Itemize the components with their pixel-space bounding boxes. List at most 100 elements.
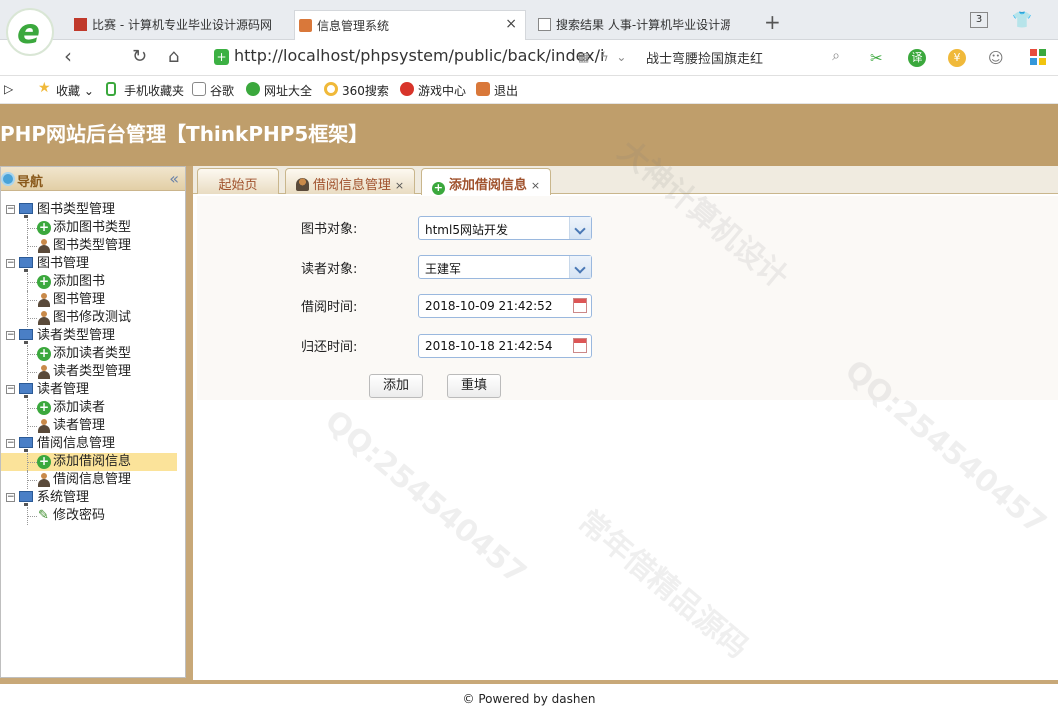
tree-toggle-icon[interactable]: − bbox=[6, 331, 15, 340]
bookmark-google[interactable]: 谷歌 bbox=[192, 82, 234, 99]
apps-icon[interactable] bbox=[1030, 49, 1046, 65]
browser-logo-icon[interactable]: e bbox=[6, 8, 54, 56]
nav-item[interactable]: + 添加读者类型 bbox=[1, 345, 185, 363]
bookmark-favorites[interactable]: ★ 收藏 ⌄ bbox=[38, 80, 94, 99]
nav-group[interactable]: − 借阅信息管理 bbox=[1, 435, 185, 453]
nav-item-label: 修改密码 bbox=[53, 508, 106, 523]
navigation-title: 导航 bbox=[17, 175, 44, 190]
back-icon[interactable]: ‹ bbox=[64, 44, 72, 68]
home-icon[interactable]: ⌂ bbox=[168, 46, 179, 67]
chevron-down-icon[interactable] bbox=[569, 256, 591, 278]
nav-item[interactable]: 图书修改测试 bbox=[1, 309, 185, 327]
return-time-label: 归还时间: bbox=[301, 340, 358, 355]
browser-tab-search-results[interactable]: 搜索结果 人事-计算机毕业设计源 bbox=[534, 10, 730, 40]
add-button[interactable]: 添加 bbox=[369, 374, 423, 398]
window-count-badge[interactable]: 3 bbox=[970, 12, 988, 28]
person-icon bbox=[38, 473, 50, 487]
nav-item-label: 添加读者 bbox=[53, 400, 106, 415]
add-icon: + bbox=[37, 454, 51, 469]
close-tab-icon[interactable]: × bbox=[531, 179, 540, 192]
nav-item[interactable]: 图书管理 bbox=[1, 291, 185, 309]
lightning-icon[interactable]: ϟ bbox=[601, 50, 609, 64]
nav-item[interactable]: + 添加图书类型 bbox=[1, 219, 185, 237]
nav-group[interactable]: − 读者管理 bbox=[1, 381, 185, 399]
url-input[interactable]: + http://localhost/phpsystem/public/back… bbox=[212, 46, 632, 70]
close-tab-icon[interactable]: × bbox=[395, 179, 404, 192]
tree-toggle-icon[interactable]: − bbox=[6, 259, 15, 268]
tree-toggle-icon[interactable]: − bbox=[6, 493, 15, 502]
page-icon bbox=[538, 18, 551, 31]
scissors-icon[interactable]: ✂ bbox=[870, 49, 883, 67]
nav-item-label: 借阅信息管理 bbox=[53, 472, 132, 487]
tree-line bbox=[27, 426, 37, 427]
sidebar-toggle-icon[interactable]: ▷ bbox=[4, 82, 13, 96]
borrow-time-input[interactable]: 2018-10-09 21:42:52 bbox=[418, 294, 592, 318]
reader-label: 读者对象: bbox=[301, 262, 358, 277]
close-tab-icon[interactable]: × bbox=[505, 16, 517, 32]
tree-line bbox=[27, 462, 37, 463]
nav-item[interactable]: + 添加借阅信息 bbox=[1, 453, 177, 471]
browser-tab-competition[interactable]: 比赛 - 计算机专业毕业设计源码网 bbox=[70, 10, 280, 40]
tab-label: 起始页 bbox=[218, 178, 258, 193]
search-icon[interactable]: ⌕ bbox=[832, 48, 840, 64]
page-tab-strip: 起始页 借阅信息管理 × + 添加借阅信息 × bbox=[193, 166, 1058, 195]
tree-toggle-icon[interactable]: − bbox=[6, 205, 15, 214]
calendar-icon[interactable] bbox=[573, 338, 587, 353]
tree-toggle-icon[interactable]: − bbox=[6, 439, 15, 448]
tab-borrow-management[interactable]: 借阅信息管理 × bbox=[285, 168, 415, 194]
reload-icon[interactable]: ↻ bbox=[132, 46, 147, 67]
nav-item[interactable]: 读者管理 bbox=[1, 417, 185, 435]
book-select[interactable]: html5网站开发 bbox=[418, 216, 592, 240]
grid-icon[interactable]: ▦ bbox=[578, 50, 589, 64]
return-time-input[interactable]: 2018-10-18 21:42:54 bbox=[418, 334, 592, 358]
star-icon: ★ bbox=[38, 80, 51, 96]
nav-group-label: 图书管理 bbox=[37, 256, 90, 271]
chevron-down-icon[interactable]: ⌄ bbox=[616, 50, 626, 64]
tab-home[interactable]: 起始页 bbox=[197, 168, 279, 194]
person-icon bbox=[38, 239, 50, 253]
computer-icon bbox=[19, 383, 33, 398]
nav-group[interactable]: − 图书管理 bbox=[1, 255, 185, 273]
chevron-down-icon[interactable] bbox=[569, 217, 591, 239]
coin-icon[interactable]: ¥ bbox=[948, 49, 966, 67]
tab-add-borrow[interactable]: + 添加借阅信息 × bbox=[421, 168, 551, 195]
bookmark-mobile[interactable]: 手机收藏夹 bbox=[106, 82, 184, 99]
footer-text: © Powered by dashen bbox=[462, 692, 596, 706]
nav-item[interactable]: + 添加图书 bbox=[1, 273, 185, 291]
bookmark-games[interactable]: 游戏中心 bbox=[400, 82, 466, 99]
skin-icon[interactable]: 👕 bbox=[1012, 10, 1032, 29]
browser-tab-title: 比赛 - 计算机专业毕业设计源码网 bbox=[92, 18, 272, 32]
nav-item[interactable]: 借阅信息管理 bbox=[1, 471, 185, 489]
navigation-panel-body: 导航 « − 图书类型管理 + 添加图书类型 图书类型管理 − 图书管理 + 添加图书 图书管理图… bbox=[0, 166, 186, 678]
nav-item[interactable]: ✎ 修改密码 bbox=[1, 507, 185, 525]
add-icon: + bbox=[37, 220, 51, 235]
collapse-icon[interactable]: « bbox=[169, 169, 179, 188]
calendar-icon[interactable] bbox=[573, 298, 587, 313]
person-icon bbox=[38, 311, 50, 325]
nav-group[interactable]: − 系统管理 bbox=[1, 489, 185, 507]
new-tab-button[interactable]: + bbox=[764, 10, 781, 34]
reset-button[interactable]: 重填 bbox=[447, 374, 501, 398]
bookmark-sites[interactable]: 网址大全 bbox=[246, 82, 312, 99]
person-icon bbox=[38, 365, 50, 379]
bookmark-360-search[interactable]: 360搜索 bbox=[324, 82, 389, 99]
computer-icon bbox=[19, 491, 33, 506]
translate-icon[interactable]: 译 bbox=[908, 49, 926, 67]
reader-select[interactable]: 王建军 bbox=[418, 255, 592, 279]
add-icon: + bbox=[37, 274, 51, 289]
footer: © Powered by dashen bbox=[0, 680, 1058, 710]
nav-item[interactable]: 读者类型管理 bbox=[1, 363, 185, 381]
nav-group[interactable]: − 图书类型管理 bbox=[1, 201, 185, 219]
nav-group-label: 借阅信息管理 bbox=[37, 436, 116, 451]
search-input[interactable]: 战士弯腰捡国旗走红 ⌕ bbox=[646, 48, 846, 70]
address-tools: ▦ ϟ ⌄ bbox=[578, 50, 626, 64]
emoji-icon[interactable]: ☺ bbox=[988, 49, 1004, 67]
tree-toggle-icon[interactable]: − bbox=[6, 385, 15, 394]
page-icon bbox=[192, 82, 206, 96]
nav-item[interactable]: + 添加读者 bbox=[1, 399, 185, 417]
bookmark-logout[interactable]: 退出 bbox=[476, 82, 518, 99]
tree-line bbox=[27, 480, 37, 481]
nav-item[interactable]: 图书类型管理 bbox=[1, 237, 185, 255]
browser-tab-info-system[interactable]: 信息管理系统 × bbox=[294, 10, 526, 40]
nav-group[interactable]: − 读者类型管理 bbox=[1, 327, 185, 345]
